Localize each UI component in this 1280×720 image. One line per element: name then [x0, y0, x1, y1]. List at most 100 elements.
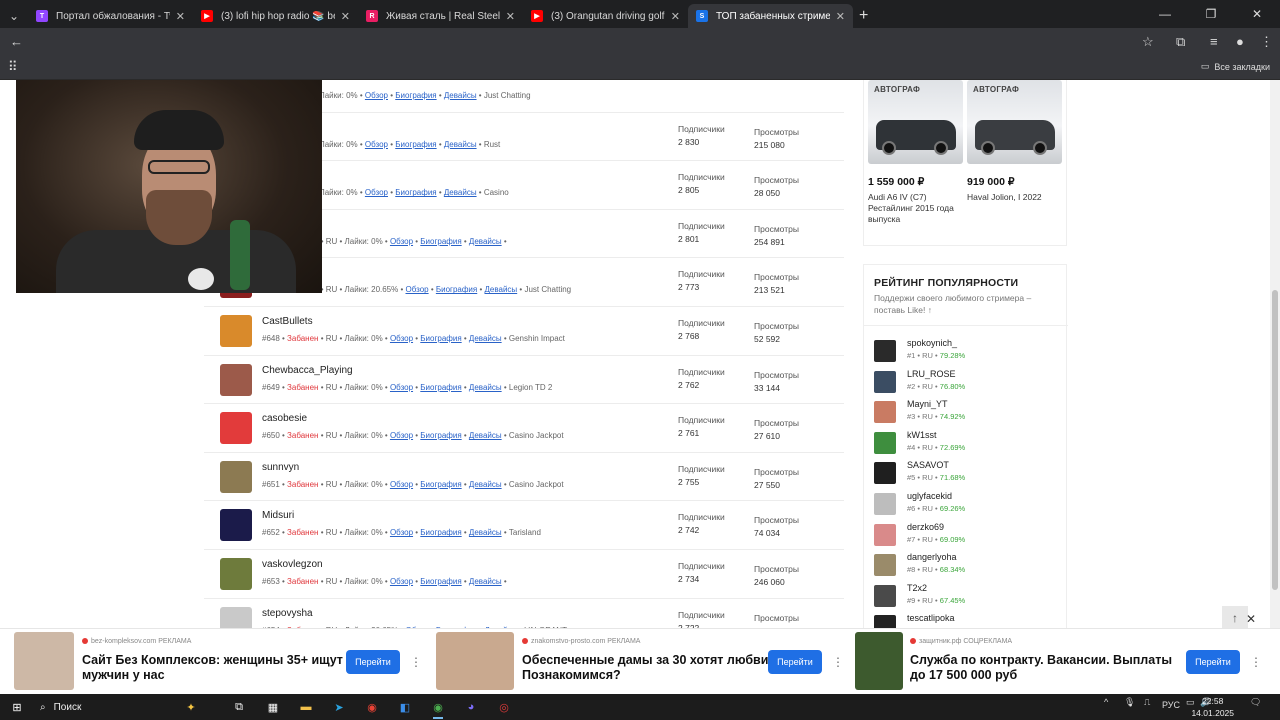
tab-close-icon[interactable]: ✕	[836, 10, 845, 23]
tab-2[interactable]: R Живая сталь | Real Steel (2011) ✕	[358, 4, 523, 28]
bookmark-star-icon[interactable]: ☆	[1142, 34, 1154, 50]
tab-close-icon[interactable]: ✕	[671, 10, 680, 23]
ad-headline[interactable]: Служба по контракту. Вакансии. Выплаты д…	[910, 653, 1175, 683]
usb-icon[interactable]: ⎍	[1144, 697, 1150, 708]
bio-link[interactable]: Биография	[420, 480, 461, 489]
apps-grid-icon[interactable]: ⠿	[8, 59, 18, 75]
streamer-name[interactable]: CastBullets	[262, 316, 313, 327]
table-row[interactable]: stepovysha#654 • Забанен • RU • Лайки: 2…	[204, 599, 844, 628]
tab-close-icon[interactable]: ✕	[506, 10, 515, 23]
windows-start-icon[interactable]: ⊞	[4, 697, 30, 717]
devices-link[interactable]: Девайсы	[444, 188, 477, 197]
rating-name[interactable]: spokoynich_	[907, 338, 957, 348]
avatar[interactable]	[220, 363, 252, 396]
avatar[interactable]	[874, 431, 896, 454]
streamer-name[interactable]: Chewbacca_Playing	[262, 365, 353, 376]
bio-link[interactable]: Биография	[420, 431, 461, 440]
rating-item[interactable]: tescatlipoka	[874, 613, 1064, 628]
avatar[interactable]	[874, 584, 896, 607]
avatar[interactable]	[874, 523, 896, 546]
taskbar-search[interactable]: ⌕ Поиск	[40, 698, 81, 716]
overview-link[interactable]: Обзор	[365, 140, 388, 149]
menu-kebab-icon[interactable]: ⋮	[1260, 34, 1273, 50]
ad-more-icon[interactable]: ⋮	[1250, 655, 1262, 669]
close-window-icon[interactable]: ✕	[1234, 0, 1280, 28]
tab-4-active[interactable]: S ТОП забаненных стримеров ✕	[688, 4, 853, 28]
bio-link[interactable]: Биография	[420, 334, 461, 343]
profile-avatar[interactable]: ●	[1236, 34, 1244, 49]
rating-item[interactable]: spokoynich_ #1 • RU • 79.28%	[874, 338, 1064, 368]
notifications-icon[interactable]: 🗨	[1250, 697, 1261, 708]
ad-card[interactable]: bez-kompleksov.com РЕКЛАМА Сайт Без Комп…	[14, 629, 434, 695]
ad-headline[interactable]: Обеспеченные дамы за 30 хотят любви. Поз…	[522, 653, 772, 683]
bio-link[interactable]: Биография	[395, 140, 436, 149]
tab-0[interactable]: T Портал обжалования - Twitch ✕	[28, 4, 193, 28]
overview-link[interactable]: Обзор	[365, 91, 388, 100]
devices-link[interactable]: Девайсы	[469, 480, 502, 489]
copilot-icon[interactable]: ✦	[178, 697, 204, 717]
tab-3[interactable]: ▶ (3) Orangutan driving golf cart ✕	[523, 4, 688, 28]
devices-link[interactable]: Девайсы	[469, 431, 502, 440]
store-icon[interactable]: ▦	[260, 697, 286, 717]
rating-name[interactable]: Mayni_YT	[907, 399, 948, 409]
avatar[interactable]	[220, 509, 252, 542]
rating-item[interactable]: T2x2 #9 • RU • 67.45%	[874, 583, 1064, 613]
avatar[interactable]	[874, 493, 896, 515]
tab-1[interactable]: ▶ (3) lofi hip hop radio 📚 beats ✕	[193, 4, 358, 28]
language-indicator[interactable]: РУС	[1162, 700, 1180, 710]
rating-item[interactable]: Mayni_YT #3 • RU • 74.92%	[874, 399, 1064, 429]
rating-name[interactable]: SASAVOT	[907, 460, 949, 470]
avatar[interactable]	[220, 412, 252, 445]
rating-name[interactable]: T2x2	[907, 583, 927, 593]
streamer-name[interactable]: stepovysha	[262, 608, 313, 619]
car-card[interactable]: АВТОГРАФ 1 559 000 ₽ Audi A6 IV (C7) Рес…	[868, 80, 963, 225]
back-icon[interactable]: ←	[10, 34, 23, 49]
avatar[interactable]	[874, 401, 896, 424]
close-ads-icon[interactable]: ✕	[1246, 612, 1256, 626]
tray-chevron-icon[interactable]: ^	[1104, 697, 1108, 707]
ad-card[interactable]: znakomstvo-prosto.com РЕКЛАМА Обеспеченн…	[436, 629, 856, 695]
streamer-name[interactable]: vaskovlegzon	[262, 559, 323, 570]
avatar[interactable]	[874, 615, 896, 628]
overview-link[interactable]: Обзор	[390, 480, 413, 489]
obs-icon[interactable]: ◎	[491, 697, 517, 717]
avatar[interactable]	[874, 370, 896, 393]
rating-name[interactable]: tescatlipoka	[907, 613, 955, 623]
devices-link[interactable]: Девайсы	[469, 334, 502, 343]
overview-link[interactable]: Обзор	[390, 383, 413, 392]
discord-icon[interactable]: ◕	[458, 697, 484, 717]
avatar[interactable]	[874, 340, 896, 362]
devices-link[interactable]: Девайсы	[469, 237, 502, 246]
devices-link[interactable]: Девайсы	[469, 383, 502, 392]
avatar[interactable]	[220, 460, 252, 493]
minimize-icon[interactable]: —	[1142, 0, 1188, 28]
overview-link[interactable]: Обзор	[390, 577, 413, 586]
avatar[interactable]	[220, 314, 252, 347]
table-row[interactable]: CastBullets #648 • Забанен • RU • Лайки: …	[204, 307, 844, 356]
telegram-icon[interactable]: ➤	[326, 697, 352, 717]
scroll-to-top-button[interactable]: ↑	[1222, 606, 1248, 630]
devices-link[interactable]: Девайсы	[444, 91, 477, 100]
overview-link[interactable]: Обзор	[365, 188, 388, 197]
tab-close-icon[interactable]: ✕	[176, 10, 185, 23]
devices-link[interactable]: Девайсы	[469, 528, 502, 537]
page-scrollbar[interactable]	[1270, 80, 1280, 628]
extensions-icon[interactable]: ⧉	[1176, 34, 1185, 50]
bio-link[interactable]: Биография	[436, 285, 477, 294]
vscode-icon[interactable]: ◧	[392, 697, 418, 717]
streamer-name[interactable]: Midsuri	[262, 510, 294, 521]
rating-item[interactable]: derzko69 #7 • RU • 69.09%	[874, 522, 1064, 552]
microphone-icon[interactable]: 🎙	[1124, 697, 1135, 708]
ad-more-icon[interactable]: ⋮	[410, 655, 422, 669]
bio-link[interactable]: Биография	[395, 188, 436, 197]
table-row[interactable]: Chewbacca_Playing #649 • Забанен • RU • Л…	[204, 356, 844, 405]
bio-link[interactable]: Биография	[395, 91, 436, 100]
rating-item[interactable]: kW1sst #4 • RU • 72.69%	[874, 430, 1064, 460]
rating-name[interactable]: uglyfacekid	[907, 491, 952, 501]
rating-name[interactable]: derzko69	[907, 522, 944, 532]
overview-link[interactable]: Обзор	[390, 334, 413, 343]
ad-go-button[interactable]: Перейти	[346, 650, 400, 674]
all-bookmarks-button[interactable]: ▭ Все закладки	[1201, 61, 1270, 72]
overview-link[interactable]: Обзор	[390, 528, 413, 537]
scrollbar-thumb[interactable]	[1272, 290, 1278, 590]
